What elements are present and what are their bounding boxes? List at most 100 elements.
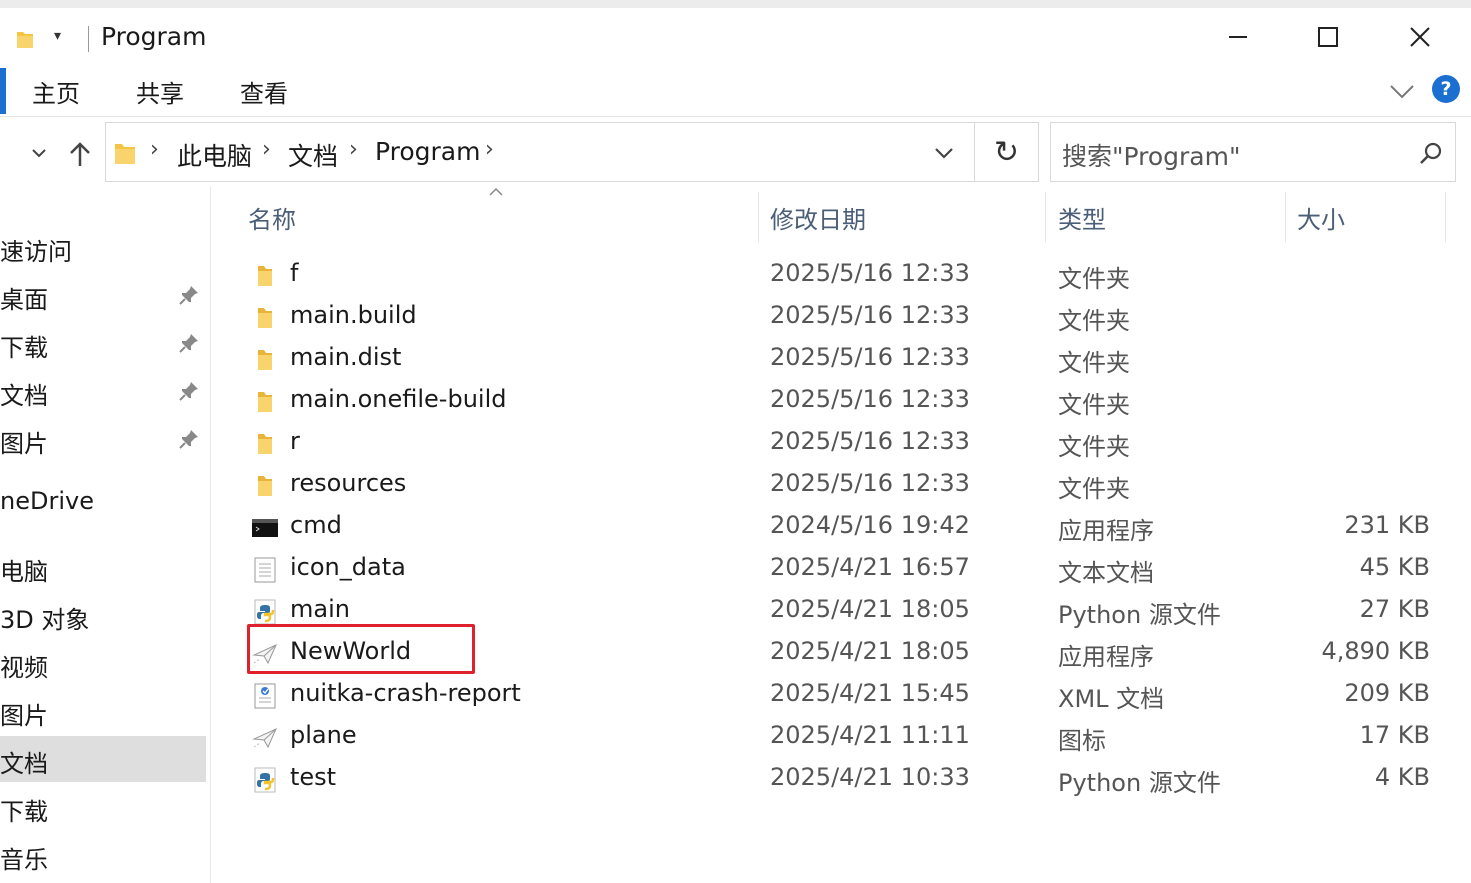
folder-icon [258, 308, 272, 328]
file-row[interactable]: resources 2025/5/16 12:33 文件夹 [240, 465, 1450, 507]
breadcrumb-separator-icon[interactable]: › [349, 137, 358, 162]
help-button[interactable]: ? [1432, 75, 1460, 103]
sidebar-item-pictures[interactable]: 图片 [0, 416, 206, 462]
file-size: 209 KB [1344, 679, 1430, 707]
sidebar-item-label: neDrive [0, 487, 94, 515]
file-name: main.build [290, 301, 417, 329]
tab-home[interactable]: 主页 [32, 74, 80, 109]
sidebar-item-videos[interactable]: 视频 [0, 640, 206, 686]
file-type: 文件夹 [1058, 265, 1130, 293]
search-icon[interactable] [1417, 140, 1445, 168]
file-row[interactable]: main.onefile-build 2025/5/16 12:33 文件夹 [240, 381, 1450, 423]
file-type: 图标 [1058, 727, 1106, 755]
minimize-button[interactable] [1203, 14, 1273, 60]
file-row[interactable]: main.dist 2025/5/16 12:33 文件夹 [240, 339, 1450, 381]
folder-icon [258, 476, 272, 496]
expand-ribbon-chevron-icon[interactable] [1388, 80, 1416, 102]
sidebar-item-label: 桌面 [0, 286, 48, 314]
breadcrumb-separator-icon[interactable]: › [485, 137, 494, 162]
sidebar-item-3d-objects[interactable]: 3D 对象 [0, 592, 206, 638]
file-type: 文件夹 [1058, 349, 1130, 377]
sidebar-item-label: 下载 [0, 798, 48, 826]
file-row[interactable]: icon_data 2025/4/21 16:57 文本文档 45 KB [240, 549, 1450, 591]
file-date: 2025/5/16 12:33 [770, 427, 970, 455]
file-row[interactable]: nuitka-crash-report 2025/4/21 15:45 XML … [240, 675, 1450, 717]
folder-icon[interactable] [16, 28, 34, 50]
breadcrumb-separator-icon[interactable]: › [150, 137, 159, 162]
refresh-button[interactable]: ↻ [975, 122, 1039, 182]
sidebar-item-documents[interactable]: 文档 [0, 368, 206, 414]
column-header-size[interactable]: 大小 [1297, 200, 1345, 235]
column-header-date[interactable]: 修改日期 [770, 200, 866, 235]
column-divider[interactable] [1045, 192, 1046, 242]
column-divider[interactable] [758, 192, 759, 242]
maximize-icon [1318, 27, 1338, 47]
sidebar-item-onedrive[interactable]: neDrive [0, 479, 206, 525]
refresh-icon: ↻ [993, 134, 1020, 170]
up-arrow-icon[interactable] [66, 140, 94, 170]
breadcrumb-documents[interactable]: 文档 [288, 137, 338, 173]
sidebar-item-downloads-pc[interactable]: 下载 [0, 784, 206, 830]
sidebar-item-downloads[interactable]: 下载 [0, 320, 206, 366]
file-row[interactable]: r 2025/5/16 12:33 文件夹 [240, 423, 1450, 465]
file-name: r [290, 427, 300, 455]
breadcrumb-program[interactable]: Program [375, 137, 480, 166]
console-icon [252, 519, 278, 537]
file-size: 4,890 KB [1321, 637, 1430, 665]
file-row[interactable]: test 2025/4/21 10:33 Python 源文件 4 KB [240, 759, 1450, 801]
pin-icon [179, 334, 198, 353]
column-divider[interactable] [1285, 192, 1286, 242]
file-row[interactable]: plane 2025/4/21 11:11 图标 17 KB [240, 717, 1450, 759]
file-type: Python 源文件 [1058, 769, 1221, 797]
quick-access-dropdown-icon[interactable]: ▾ [54, 28, 61, 44]
breadcrumb-separator-icon[interactable]: › [262, 137, 271, 162]
sidebar-item-documents-pc[interactable]: 文档 [0, 736, 206, 782]
column-header-type[interactable]: 类型 [1058, 200, 1106, 235]
file-name: plane [290, 721, 357, 749]
close-button[interactable] [1385, 14, 1455, 60]
highlight-annotation-box [247, 624, 475, 674]
sidebar-item-music[interactable]: 音乐 [0, 832, 206, 878]
sidebar-item-quick-access[interactable]: 速访问 [0, 224, 206, 270]
file-name: test [290, 763, 337, 791]
sort-ascending-icon [489, 187, 503, 196]
file-date: 2025/5/16 12:33 [770, 259, 970, 287]
recent-locations-chevron-icon[interactable] [28, 142, 50, 164]
tab-view[interactable]: 查看 [240, 74, 288, 109]
file-type: 文件夹 [1058, 475, 1130, 503]
title-separator [88, 26, 89, 52]
folder-icon [258, 266, 272, 286]
file-size: 17 KB [1359, 721, 1430, 749]
file-row[interactable]: f 2025/5/16 12:33 文件夹 [240, 255, 1450, 297]
window-title: Program [101, 22, 207, 51]
file-type: 文件夹 [1058, 307, 1130, 335]
sidebar-item-pictures-pc[interactable]: 图片 [0, 688, 206, 734]
file-row[interactable]: cmd 2024/5/16 19:42 应用程序 231 KB [240, 507, 1450, 549]
file-date: 2025/4/21 10:33 [770, 763, 970, 791]
sidebar-item-desktop[interactable]: 桌面 [0, 272, 206, 318]
ribbon-divider [0, 116, 1471, 117]
file-name: f [290, 259, 299, 287]
tab-share[interactable]: 共享 [136, 74, 184, 109]
file-date: 2025/5/16 12:33 [770, 343, 970, 371]
file-date: 2025/5/16 12:33 [770, 301, 970, 329]
file-type: 文件夹 [1058, 391, 1130, 419]
file-date: 2025/5/16 12:33 [770, 385, 970, 413]
navigation-pane-divider[interactable] [210, 186, 211, 883]
file-tab-accent[interactable] [0, 68, 6, 114]
address-history-chevron-icon[interactable] [930, 142, 958, 164]
column-divider[interactable] [1445, 192, 1446, 242]
file-name: main [290, 595, 350, 623]
sidebar-item-this-pc[interactable]: 电脑 [0, 544, 206, 590]
breadcrumb-this-pc[interactable]: 此电脑 [177, 137, 252, 173]
sidebar-item-label: 下载 [0, 334, 48, 362]
sidebar-item-label: 图片 [0, 430, 48, 458]
column-header-name[interactable]: 名称 [248, 200, 296, 235]
file-row[interactable]: main.build 2025/5/16 12:33 文件夹 [240, 297, 1450, 339]
file-date: 2025/4/21 15:45 [770, 679, 970, 707]
paper-plane-icon [252, 728, 277, 749]
file-type: 应用程序 [1058, 517, 1154, 545]
file-name: main.dist [290, 343, 402, 371]
pin-icon [179, 430, 198, 449]
maximize-button[interactable] [1293, 14, 1363, 60]
